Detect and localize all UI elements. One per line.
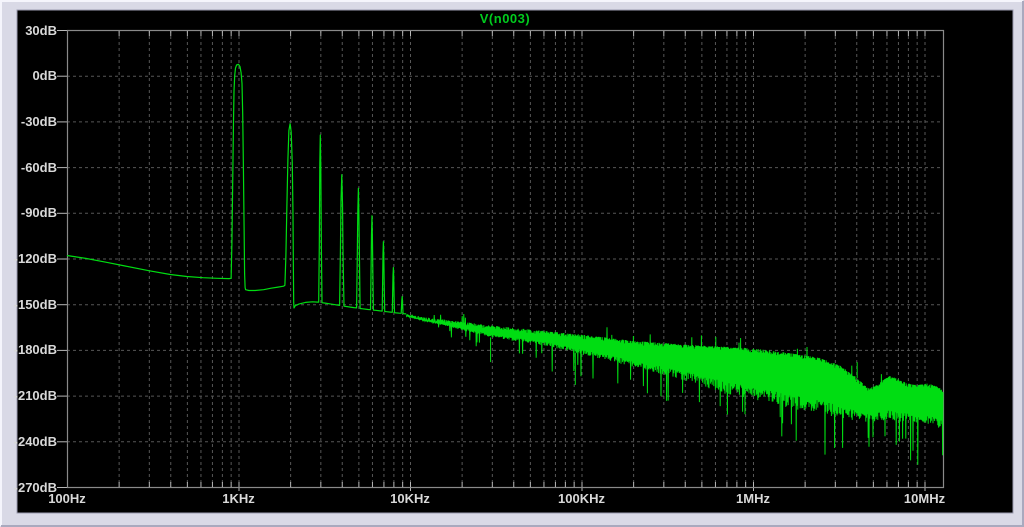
spectrum-plot-canvas[interactable] [0, 0, 1024, 527]
plot-panel [17, 10, 1013, 513]
waveform-viewer-window: V(n003) 30dB0dB-30dB-60dB-90dB-120dB-150… [0, 0, 1024, 527]
